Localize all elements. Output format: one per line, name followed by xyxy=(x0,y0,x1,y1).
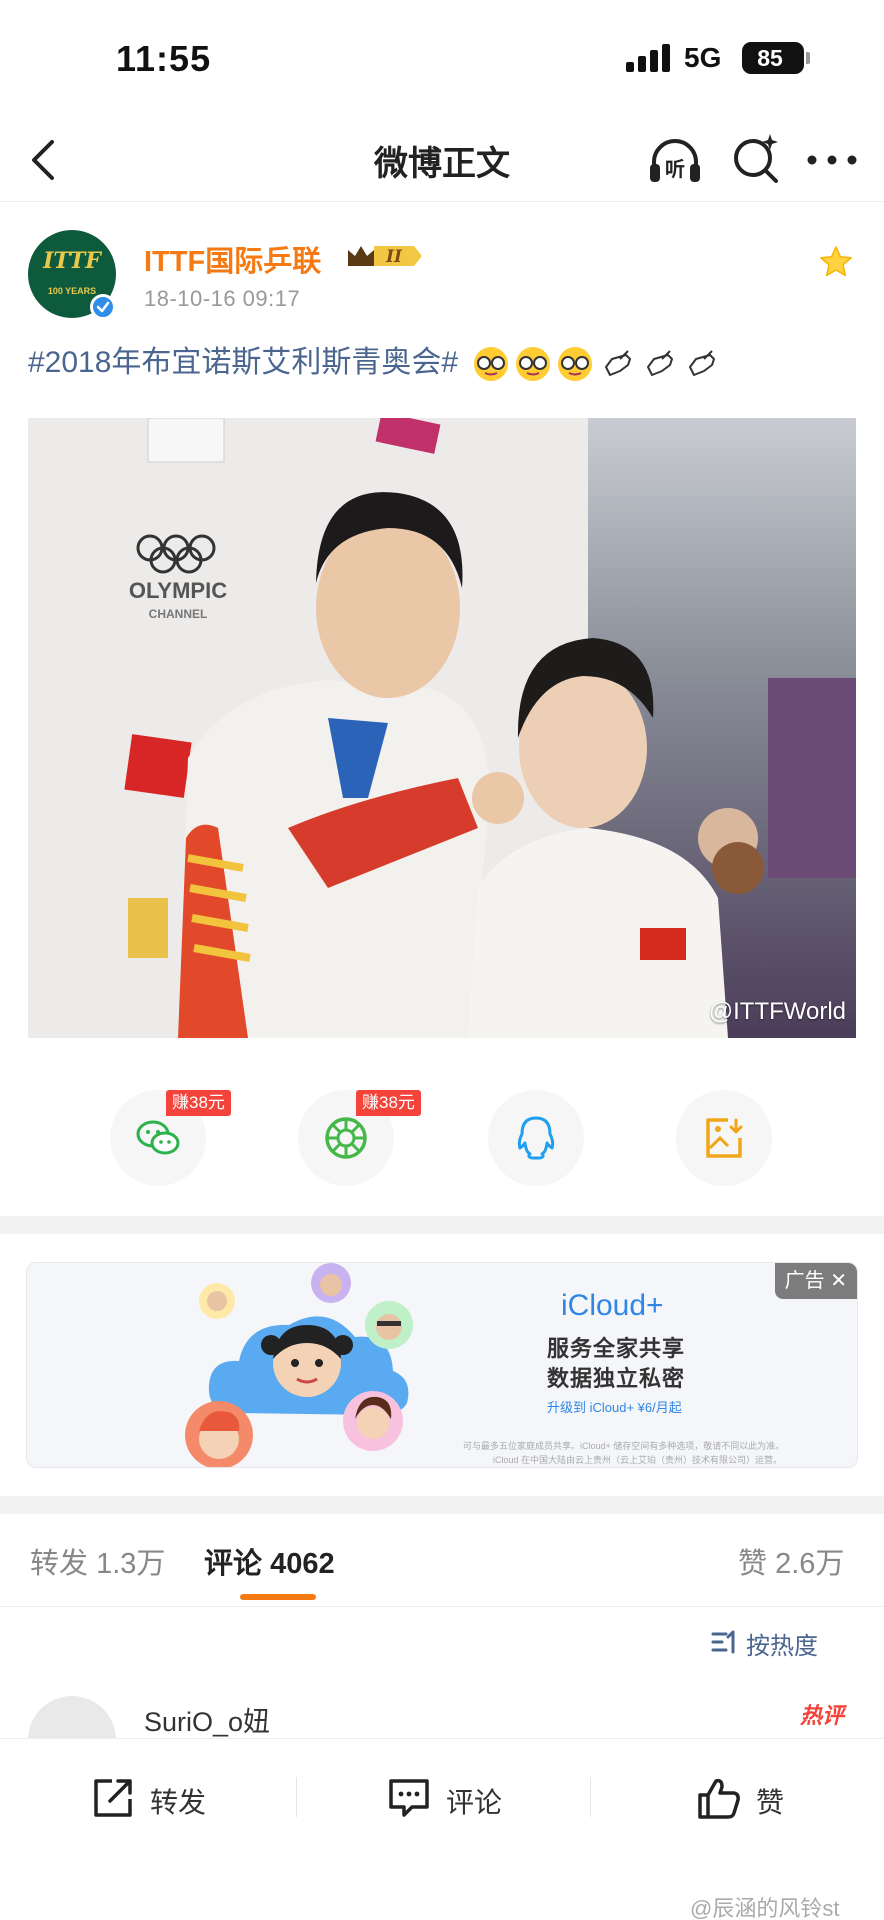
ad-disclaimer-1: 可与最多五位家庭成员共享。iCloud+ 储存空间有多种选项，敬请不同以此为准。 xyxy=(463,1441,785,1451)
signal-icon xyxy=(626,44,674,72)
save-image-icon xyxy=(706,1118,743,1158)
status-bar: 11:55 5G 85 xyxy=(0,0,884,120)
shaka-hand-emoji-icon xyxy=(689,350,716,377)
hot-comment-badge: 热评 xyxy=(800,1703,845,1728)
wechat-icon xyxy=(136,1120,180,1155)
listen-button[interactable]: 听 xyxy=(646,132,704,188)
ad-tag-label: 广告 xyxy=(784,1270,825,1292)
icloud-ad-banner[interactable]: iCloud+ 服务全家共享 数据独立私密 升级到 iCloud+ ¥6/月起 … xyxy=(26,1262,858,1468)
comment-count: 4062 xyxy=(270,1548,335,1580)
more-dots-icon xyxy=(807,155,857,165)
repost-icon xyxy=(94,1779,132,1817)
close-icon: ✕ xyxy=(830,1270,847,1292)
ad-price-link[interactable]: 升级到 iCloud+ ¥6/月起 xyxy=(547,1397,682,1416)
bar-separator xyxy=(296,1777,297,1817)
post-text: #2018年布宜诺斯艾利斯青奥会# xyxy=(28,340,858,386)
photo-illustration: OLYMPIC CHANNEL xyxy=(28,418,856,1038)
chevron-left-icon xyxy=(32,140,54,180)
earn-reward-badge: 赚38元 xyxy=(356,1090,421,1116)
search-button[interactable] xyxy=(730,130,782,188)
repost-label: 转发 xyxy=(150,1787,207,1818)
shaka-hand-emoji-icon xyxy=(605,350,632,377)
comment-label: 评论 xyxy=(446,1787,503,1818)
section-divider xyxy=(0,1216,884,1234)
shaka-hand-emoji-icon xyxy=(647,350,674,377)
network-type: 5G xyxy=(684,42,722,73)
repost-tab-label: 转发 xyxy=(30,1548,89,1580)
post-photo[interactable]: OLYMPIC CHANNEL @ITTFWorld xyxy=(28,418,856,1038)
verified-badge-icon xyxy=(90,294,116,320)
glasses-face-emoji-icon xyxy=(516,347,551,382)
active-tab-indicator xyxy=(240,1594,316,1600)
battery-icon: 85 xyxy=(742,42,804,74)
vip-level: II xyxy=(385,247,403,267)
qq-icon xyxy=(517,1116,555,1160)
bar-separator xyxy=(590,1777,591,1817)
moments-icon xyxy=(325,1117,367,1159)
comment-button[interactable]: 评论 xyxy=(386,1775,516,1823)
author-name[interactable]: ITTF国际乒联 xyxy=(144,238,321,280)
screenshot-watermark: @辰涵的风铃st xyxy=(690,1896,840,1920)
repost-button[interactable]: 转发 xyxy=(90,1775,220,1823)
listen-icon-text: 听 xyxy=(665,157,685,181)
tab-likes[interactable]: 赞 2.6万 xyxy=(738,1540,844,1582)
icloud-family-illustration xyxy=(185,1263,413,1467)
search-sparkle-icon xyxy=(734,134,778,183)
like-button[interactable]: 赞 xyxy=(696,1775,806,1823)
like-count: 2.6万 xyxy=(775,1548,845,1580)
section-divider xyxy=(0,1496,884,1514)
favorite-star-icon[interactable] xyxy=(818,244,854,280)
ad-disclaimer-2: iCloud 在中国大陆由云上贵州（云上艾珀（贵州）技术有限公司）运营。 xyxy=(493,1455,783,1465)
ad-title: iCloud+ xyxy=(561,1289,664,1322)
battery-level: 85 xyxy=(757,45,783,71)
more-button[interactable] xyxy=(804,138,860,182)
bottom-action-bar: 转发 评论 赞 @辰涵的风铃st xyxy=(0,1738,884,1920)
post-time: 18-10-16 09:17 xyxy=(144,286,301,311)
tab-comments[interactable]: 评论 4062 xyxy=(204,1540,335,1582)
status-time: 11:55 xyxy=(116,38,212,79)
battery-cap xyxy=(806,52,810,64)
ad-close-button[interactable]: 广告 ✕ xyxy=(774,1263,857,1299)
earn-reward-badge: 赚38元 xyxy=(166,1090,231,1116)
back-button[interactable] xyxy=(20,132,68,188)
comment-tab-label: 评论 xyxy=(204,1548,263,1580)
photo-watermark: @ITTFWorld xyxy=(708,998,846,1025)
like-label: 赞 xyxy=(756,1787,785,1818)
photo-channel-text: CHANNEL xyxy=(149,607,208,621)
glasses-face-emoji-icon xyxy=(558,347,593,382)
save-image-button[interactable] xyxy=(676,1090,772,1186)
tab-repost[interactable]: 转发 1.3万 xyxy=(30,1540,165,1582)
headphones-icon: 听 xyxy=(650,139,700,182)
like-tab-label: 赞 xyxy=(738,1548,768,1580)
sort-icon[interactable] xyxy=(710,1628,740,1656)
share-qq-button[interactable] xyxy=(488,1090,584,1186)
repost-count: 1.3万 xyxy=(96,1548,166,1580)
topic-hashtag-link[interactable]: #2018年布宜诺斯艾利斯青奥会# xyxy=(28,346,458,379)
glasses-face-emoji-icon xyxy=(474,347,509,382)
ad-headline-1: 服务全家共享 xyxy=(547,1336,686,1361)
tab-divider xyxy=(0,1606,884,1607)
nav-bar: 微博正文 听 xyxy=(0,120,884,202)
avatar-logo-text: ITTF xyxy=(43,248,101,274)
photo-olympic-text: OLYMPIC xyxy=(129,578,227,603)
comment-icon xyxy=(389,1779,429,1817)
thumbs-up-icon xyxy=(698,1778,740,1819)
sort-by-hot-button[interactable]: 按热度 xyxy=(746,1626,818,1661)
vip-crown-badge-icon: II xyxy=(348,246,422,267)
ad-headline-2: 数据独立私密 xyxy=(547,1366,686,1391)
commenter-name[interactable]: SuriO_o妞 xyxy=(144,1700,270,1739)
